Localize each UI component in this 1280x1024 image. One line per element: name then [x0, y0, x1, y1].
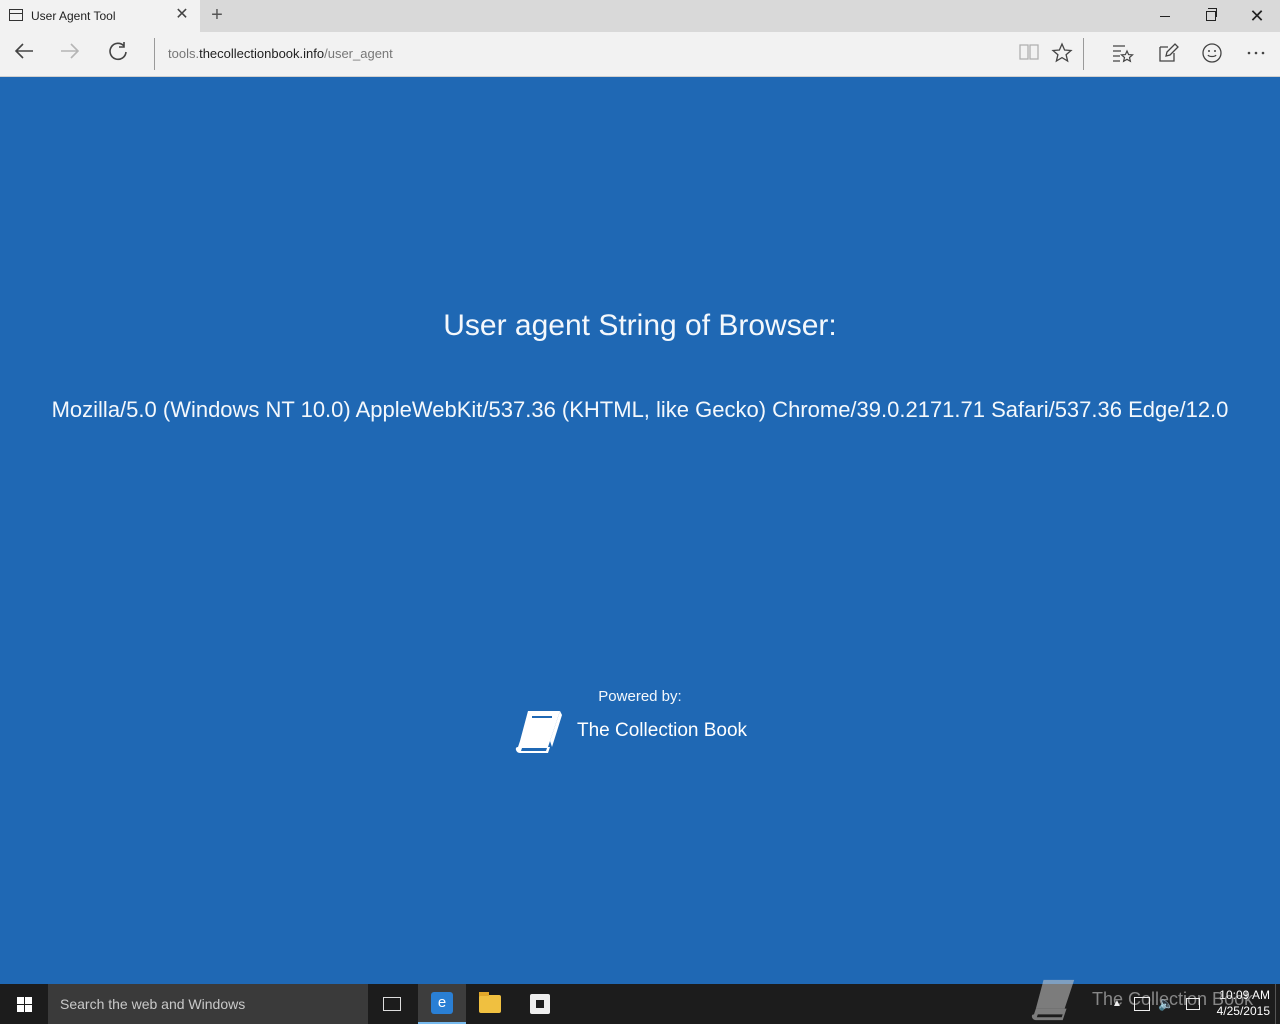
network-icon[interactable]: [1134, 997, 1150, 1011]
toolbar-divider: [1083, 38, 1084, 70]
tab-close-icon[interactable]: ✕: [173, 6, 191, 24]
hub-icon[interactable]: [1111, 42, 1135, 66]
title-bar: User Agent Tool ✕ + ✕: [0, 0, 1280, 32]
close-window-button[interactable]: ✕: [1234, 0, 1280, 32]
tab-page-icon: [9, 9, 23, 21]
clock-date: 4/25/2015: [1216, 1004, 1270, 1018]
refresh-svg: [109, 42, 127, 61]
back-arrow-svg: [14, 43, 33, 59]
address-host: thecollectionbook.info: [199, 46, 325, 61]
forward-arrow-icon[interactable]: [55, 40, 85, 68]
reading-view-icon[interactable]: [1017, 42, 1041, 66]
action-center-icon[interactable]: [1186, 998, 1200, 1010]
forward-arrow-svg: [61, 43, 80, 59]
edge-icon[interactable]: e: [418, 984, 466, 1024]
restore-button[interactable]: [1188, 0, 1234, 32]
clock[interactable]: 10:09 AM 4/25/2015: [1206, 987, 1270, 1019]
back-arrow-icon[interactable]: [9, 40, 39, 68]
page-content: User agent String of Browser: Mozilla/5.…: [0, 77, 1280, 984]
address-bar[interactable]: tools.thecollectionbook.info/user_agent: [168, 46, 393, 61]
store-shape: [530, 994, 550, 1014]
more-icon[interactable]: [1244, 42, 1268, 66]
refresh-icon[interactable]: [103, 40, 133, 68]
feedback-smiley-icon[interactable]: [1200, 42, 1224, 66]
clock-time: 10:09 AM: [1219, 988, 1270, 1002]
show-hidden-icons-icon[interactable]: ▲: [1112, 996, 1122, 1012]
web-note-svg: [1159, 43, 1179, 62]
feedback-smiley-svg: [1202, 43, 1222, 63]
address-prefix: tools.: [168, 46, 200, 61]
store-icon[interactable]: [516, 984, 564, 1024]
brand-name: The Collection Book: [577, 720, 748, 741]
watermark-book-icon: [1031, 979, 1075, 1021]
favorite-star-svg: [1051, 42, 1073, 63]
book-logo-icon: [515, 711, 562, 753]
minimize-icon: [1160, 15, 1170, 17]
new-tab-button[interactable]: +: [206, 4, 228, 26]
web-note-icon[interactable]: [1156, 42, 1180, 66]
hub-svg: [1113, 45, 1134, 63]
task-view-shape: [383, 997, 401, 1011]
minimize-button[interactable]: [1142, 0, 1188, 32]
task-view-icon[interactable]: [368, 984, 416, 1024]
file-explorer-icon[interactable]: [466, 984, 514, 1024]
tab-user-agent-tool[interactable]: User Agent Tool ✕: [0, 0, 200, 32]
user-agent-string: Mozilla/5.0 (Windows NT 10.0) AppleWebKi…: [51, 397, 1229, 422]
windows-start-icon[interactable]: [0, 984, 48, 1024]
page-title: User agent String of Browser:: [443, 309, 837, 342]
address-path: /user_agent: [324, 46, 393, 61]
folder-shape: [479, 992, 501, 1013]
tab-title: User Agent Tool: [31, 9, 116, 23]
start-logo: [16, 996, 32, 1012]
search-placeholder: Search the web and Windows: [60, 996, 246, 1012]
edge-logo: e: [431, 992, 453, 1014]
powered-by-label: Powered by:: [598, 688, 682, 705]
volume-icon[interactable]: 🔈: [1158, 996, 1174, 1012]
address-divider: [154, 38, 155, 70]
restore-icon: [1206, 8, 1217, 21]
show-desktop-button[interactable]: [1275, 984, 1276, 1024]
search-box[interactable]: Search the web and Windows: [48, 984, 368, 1024]
favorite-star-icon[interactable]: [1050, 42, 1074, 66]
navigation-bar: tools.thecollectionbook.info/user_agent: [0, 32, 1280, 77]
brand-link[interactable]: The Collection Book: [514, 707, 747, 755]
taskbar: Search the web and Windows e The Collect…: [0, 979, 1280, 1024]
more-svg: [1247, 51, 1265, 55]
reading-view-svg: [1019, 44, 1039, 60]
